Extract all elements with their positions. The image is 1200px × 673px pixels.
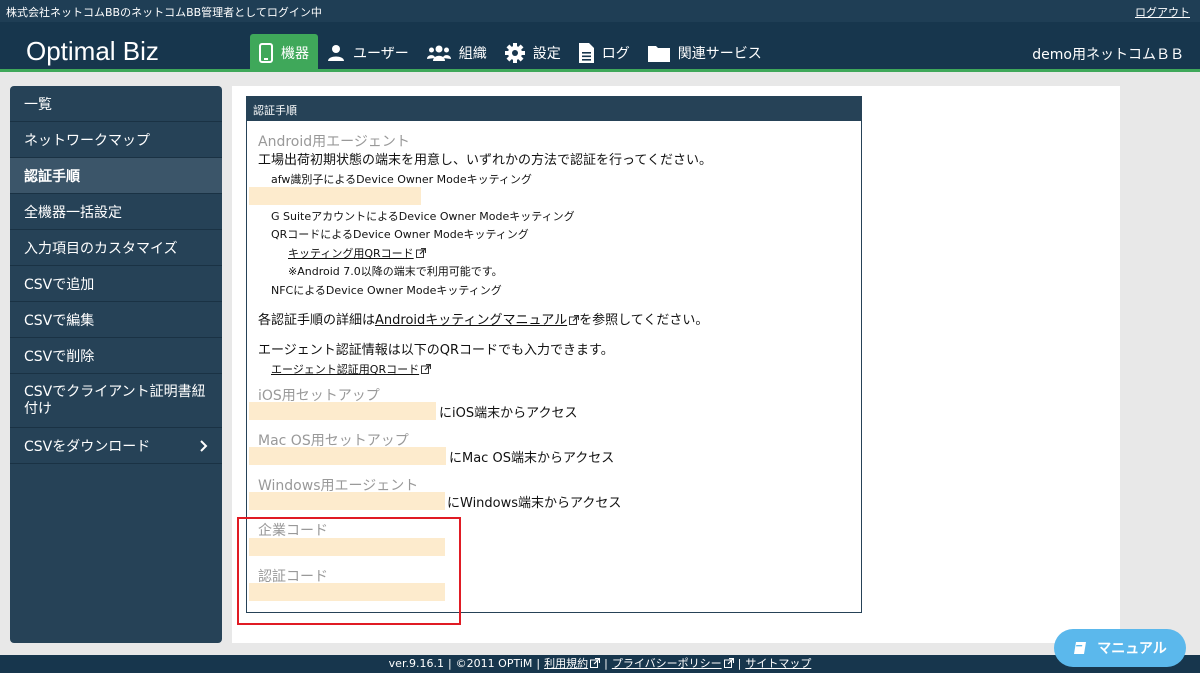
logout-link[interactable]: ログアウト	[1135, 4, 1190, 20]
android-intro: 工場出荷初期状態の端末を用意し、いずれかの方法で認証を行ってください。	[258, 153, 712, 168]
document-icon	[578, 43, 594, 63]
windows-access-text: にWindows端末からアクセス	[447, 496, 622, 511]
qr-kitting: QRコードによるDevice Owner Modeキッティング	[271, 228, 529, 241]
external-link-icon	[569, 315, 580, 325]
top-bar: 株式会社ネットコムBBのネットコムBB管理者としてログイン中 ログアウト	[0, 0, 1200, 22]
kitting-qr-link[interactable]: キッティング用QRコード	[288, 247, 414, 260]
manual-reference-prefix: 各認証手順の詳細は	[258, 313, 376, 328]
sidebar-item-label: CSVでクライアント証明書紐付け	[24, 383, 206, 417]
nav-related-services[interactable]: 関連サービス	[639, 34, 771, 72]
qr-note: ※Android 7.0以降の端末で利用可能です。	[288, 265, 503, 278]
sidebar-item-label: CSVで編集	[24, 312, 95, 329]
sidebar-item-customize-fields[interactable]: 入力項目のカスタマイズ	[10, 230, 222, 266]
manual-reference-suffix: を参照してください。	[579, 313, 709, 328]
manual-reference: 各認証手順の詳細はAndroidキッティングマニュアル を参照してください。	[258, 309, 708, 328]
sidebar-item-label: 入力項目のカスタマイズ	[24, 240, 178, 257]
nav-label: 設定	[532, 46, 561, 62]
sidebar-item-csv-download[interactable]: CSVをダウンロード	[10, 428, 222, 464]
sidebar-item-csv-delete[interactable]: CSVで削除	[10, 338, 222, 374]
sidebar-item-csv-add[interactable]: CSVで追加	[10, 266, 222, 302]
nav-label: 組織	[458, 46, 487, 62]
sidebar: 一覧 ネットワークマップ 認証手順 全機器一括設定 入力項目のカスタマイズ CS…	[10, 86, 222, 643]
user-icon	[328, 45, 344, 61]
sidebar-item-csv-client-cert[interactable]: CSVでクライアント証明書紐付け	[10, 374, 222, 428]
external-link-icon	[723, 658, 734, 668]
group-icon	[426, 45, 451, 61]
sidebar-item-label: 認証手順	[24, 168, 80, 185]
mac-setup-url	[249, 447, 446, 465]
sidebar-item-auth-procedure[interactable]: 認証手順	[10, 158, 222, 194]
sidebar-item-csv-edit[interactable]: CSVで編集	[10, 302, 222, 338]
manual-button[interactable]: マニュアル	[1054, 629, 1186, 667]
agent-qr-link-wrap: エージェント認証用QRコード	[271, 361, 432, 377]
afw-kitting: afw識別子によるDevice Owner Modeキッティング	[271, 173, 532, 186]
nav-users[interactable]: ユーザー	[318, 34, 418, 72]
android-kitting-manual-link[interactable]: Androidキッティングマニュアル	[375, 313, 567, 328]
folder-icon	[647, 46, 670, 62]
sidebar-item-label: CSVをダウンロード	[24, 438, 151, 455]
ios-setup-url	[249, 402, 436, 420]
main-nav: 機器 ユーザー 組織 設定 ログ 関連サービス	[250, 34, 771, 72]
nav-settings[interactable]: 設定	[496, 34, 570, 72]
windows-agent-url	[249, 492, 445, 510]
sidebar-item-bulk-settings[interactable]: 全機器一括設定	[10, 194, 222, 230]
book-icon	[1074, 642, 1087, 654]
gsuite-kitting: G SuiteアカウントによるDevice Owner Modeキッティング	[271, 210, 575, 223]
app-logo[interactable]: Optimal Biz	[26, 36, 159, 67]
chevron-right-icon	[200, 439, 208, 452]
sidebar-item-label: ネットワークマップ	[24, 132, 150, 149]
user-name[interactable]: demo用ネットコムＢＢ	[1032, 44, 1184, 64]
sitemap-link[interactable]: サイトマップ	[745, 657, 811, 670]
panel-title: 認証手順	[247, 97, 861, 121]
ios-access-text: にiOS端末からアクセス	[439, 406, 578, 421]
sidebar-item-list[interactable]: 一覧	[10, 86, 222, 122]
nfc-kitting: NFCによるDevice Owner Modeキッティング	[271, 284, 502, 297]
nav-label: ユーザー	[353, 46, 409, 62]
sidebar-item-network-map[interactable]: ネットワークマップ	[10, 122, 222, 158]
nav-devices[interactable]: 機器	[250, 34, 318, 72]
nav-label: 関連サービス	[677, 46, 762, 62]
manual-button-label: マニュアル	[1097, 641, 1167, 657]
sidebar-item-label: 一覧	[24, 96, 52, 113]
agent-info-text: エージェント認証情報は以下のQRコードでも入力できます。	[258, 343, 614, 358]
copyright: ©2011 OPTiM	[455, 657, 533, 670]
nav-label: ログ	[601, 46, 630, 62]
header: Optimal Biz 機器 ユーザー 組織 設定 ログ 関連サービス demo…	[0, 22, 1200, 72]
terms-link[interactable]: 利用規約	[544, 657, 588, 670]
sidebar-item-label: CSVで削除	[24, 348, 95, 365]
kitting-qr-link-wrap: キッティング用QRコード	[288, 245, 426, 261]
smartphone-icon	[259, 43, 273, 63]
android-heading: Android用エージェント	[258, 134, 410, 150]
sidebar-item-label: 全機器一括設定	[24, 204, 122, 221]
external-link-icon	[421, 364, 432, 374]
login-status: 株式会社ネットコムBBのネットコムBB管理者としてログイン中	[6, 6, 322, 19]
nav-organization[interactable]: 組織	[418, 34, 496, 72]
mac-access-text: にMac OS端末からアクセス	[449, 451, 615, 466]
privacy-policy-link[interactable]: プライバシーポリシー	[612, 657, 722, 670]
gear-icon	[504, 43, 525, 63]
version: ver.9.16.1	[388, 657, 444, 670]
highlight-box	[237, 517, 461, 625]
afw-identifier-value	[249, 187, 421, 205]
nav-label: 機器	[281, 46, 309, 62]
agent-auth-qr-link[interactable]: エージェント認証用QRコード	[271, 363, 419, 376]
footer: ver.9.16.1 | ©2011 OPTiM | 利用規約 | プライバシーポリシー | サ…	[0, 655, 1200, 673]
external-link-icon	[415, 248, 426, 258]
sidebar-item-label: CSVで追加	[24, 276, 95, 293]
external-link-icon	[590, 658, 601, 668]
nav-logs[interactable]: ログ	[570, 34, 639, 72]
